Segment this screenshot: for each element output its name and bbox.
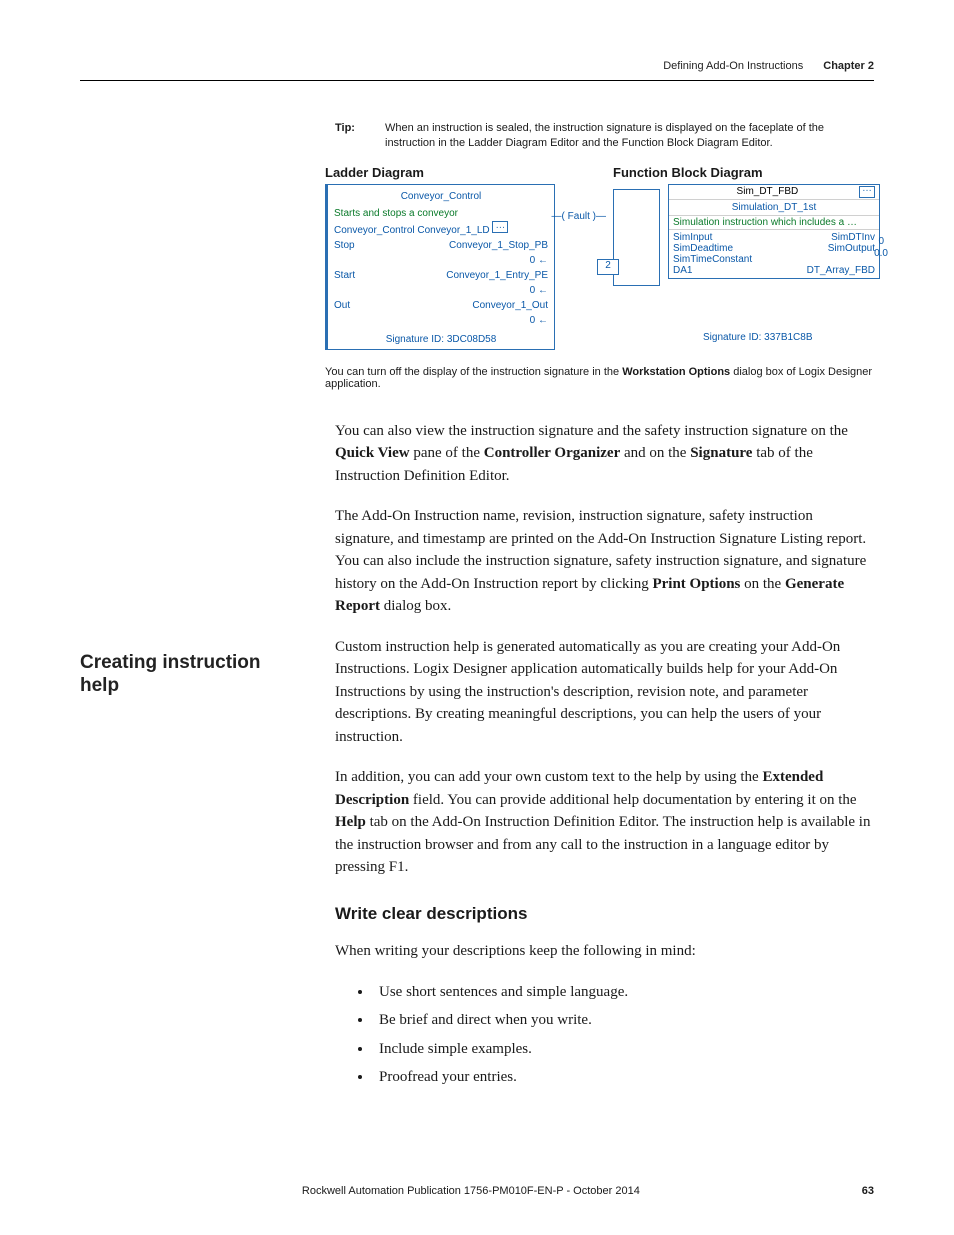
ellipsis-icon — [859, 186, 875, 198]
ladder-row-2v: 0 ← — [334, 313, 548, 328]
p1-a: You can also view the instruction signat… — [335, 423, 848, 439]
fbd-lp2: SimTimeConstant — [673, 254, 752, 265]
ladder-top: Conveyor_Control — [334, 189, 548, 204]
para-custom-help: Custom instruction help is generated aut… — [335, 636, 874, 749]
para-quick-view: You can also view the instruction signat… — [335, 420, 874, 488]
ladder-r1-l: Start — [334, 268, 355, 283]
p4-b2: Help — [335, 814, 366, 830]
ladder-r0-l: Stop — [334, 238, 355, 253]
fbd-outer-box — [613, 189, 660, 286]
ellipsis-icon — [492, 221, 508, 233]
ladder-inst: Conveyor_Control Conveyor_1_LD — [334, 225, 490, 236]
fbd-block: . Sim_DT_FBD Simulation_DT_1st Simulatio… — [668, 184, 880, 279]
ladder-r2-l: Out — [334, 298, 350, 313]
p2-b1: Print Options — [652, 576, 740, 592]
fbd-diagram: Function Block Diagram 2 . Sim_DT_FBD Si… — [613, 165, 874, 350]
fbd-signature: Signature ID: 337B1C8B — [703, 332, 813, 343]
list-item: Proofread your entries. — [373, 1066, 874, 1089]
fbd-side-0: 0 — [878, 236, 884, 247]
fbd-lp0: SimInput — [673, 232, 712, 243]
p1-b1: Quick View — [335, 445, 410, 461]
p1-b2: Controller Organizer — [484, 445, 621, 461]
fbd-desc: Simulation instruction which includes a … — [669, 216, 879, 230]
para-extended-desc: In addition, you can add your own custom… — [335, 766, 874, 879]
p2-c: dialog box. — [380, 598, 451, 614]
list-item: Include simple examples. — [373, 1038, 874, 1061]
p1-b: pane of the — [410, 445, 484, 461]
fbd-rp3: DT_Array_FBD — [807, 265, 875, 276]
ladder-row-1: Start Conveyor_1_Entry_PE — [334, 268, 548, 283]
fbd-rp0: SimDTInv — [831, 232, 875, 243]
list-item: Use short sentences and simple language. — [373, 981, 874, 1004]
ladder-row-0v: 0 ← — [334, 253, 548, 268]
tip-label: Tip: — [335, 121, 385, 151]
caption-bold: Workstation Options — [622, 366, 730, 378]
ladder-row-1v: 0 ← — [334, 283, 548, 298]
fbd-title: Function Block Diagram — [613, 165, 874, 180]
ladder-box: Conveyor_Control Starts and stops a conv… — [325, 184, 555, 350]
bullet-list: Use short sentences and simple language.… — [335, 981, 874, 1089]
fbd-block-name: Sim_DT_FBD — [737, 186, 799, 197]
ladder-row-0: Stop Conveyor_1_Stop_PB — [334, 238, 548, 253]
ladder-r2-r: Conveyor_1_Out — [472, 298, 548, 313]
ladder-diagram: Ladder Diagram Conveyor_Control Starts a… — [325, 165, 555, 350]
p2-b: on the — [740, 576, 785, 592]
header-chapter: Chapter 2 — [823, 60, 874, 72]
p4-a: In addition, you can add your own custom… — [335, 769, 762, 785]
fbd-rp1: SimOutput — [828, 243, 875, 254]
p4-c: tab on the Add-On Instruction Definition… — [335, 814, 870, 875]
fbd-small-value: 2 — [597, 259, 619, 275]
side-heading: Creating instruction help — [80, 652, 275, 698]
ladder-inst-row: Conveyor_Control Conveyor_1_LD — [334, 221, 548, 238]
ladder-row-2: Out Conveyor_1_Out — [334, 298, 548, 313]
p1-c: and on the — [620, 445, 690, 461]
para-bullets-intro: When writing your descriptions keep the … — [335, 940, 874, 963]
fbd-lp3: DA1 — [673, 265, 692, 276]
fbd-ports: SimInput SimDTInv SimDeadtime SimOutput Si… — [669, 230, 879, 278]
page-footer: Rockwell Automation Publication 1756-PM0… — [80, 1185, 874, 1197]
tip-text: When an instruction is sealed, the instr… — [385, 121, 874, 151]
ladder-r1-r: Conveyor_1_Entry_PE — [446, 268, 548, 283]
fbd-side-00: 0.0 — [874, 248, 888, 259]
header-section: Defining Add-On Instructions — [663, 60, 803, 72]
fbd-inst-name: Simulation_DT_1st — [669, 200, 879, 216]
ladder-title: Ladder Diagram — [325, 165, 555, 180]
ladder-desc: Starts and stops a conveyor — [334, 206, 548, 221]
p4-b: field. You can provide additional help d… — [409, 792, 856, 808]
diagram-caption: You can turn off the display of the inst… — [325, 366, 874, 390]
list-item: Be brief and direct when you write. — [373, 1009, 874, 1032]
fbd-lp1: SimDeadtime — [673, 243, 733, 254]
ladder-r0-r: Conveyor_1_Stop_PB — [449, 238, 548, 253]
caption-pre: You can turn off the display of the inst… — [325, 366, 622, 378]
p1-b3: Signature — [690, 445, 752, 461]
para-print-options: The Add-On Instruction name, revision, i… — [335, 505, 874, 618]
ladder-signature: Signature ID: 3DC08D58 — [334, 332, 548, 347]
footer-publication: Rockwell Automation Publication 1756-PM0… — [302, 1185, 640, 1197]
tip-block: Tip: When an instruction is sealed, the … — [335, 121, 874, 151]
ladder-r2-v: 0 ← — [530, 313, 548, 328]
page-header: Defining Add-On Instructions Chapter 2 — [80, 60, 874, 81]
ladder-r0-v: 0 ← — [530, 253, 548, 268]
diagram-row: Ladder Diagram Conveyor_Control Starts a… — [325, 165, 874, 350]
footer-page-number: 63 — [862, 1185, 874, 1197]
ladder-r1-v: 0 ← — [530, 283, 548, 298]
ladder-fault: —( Fault )— — [552, 209, 606, 224]
subheading: Write clear descriptions — [335, 901, 874, 927]
